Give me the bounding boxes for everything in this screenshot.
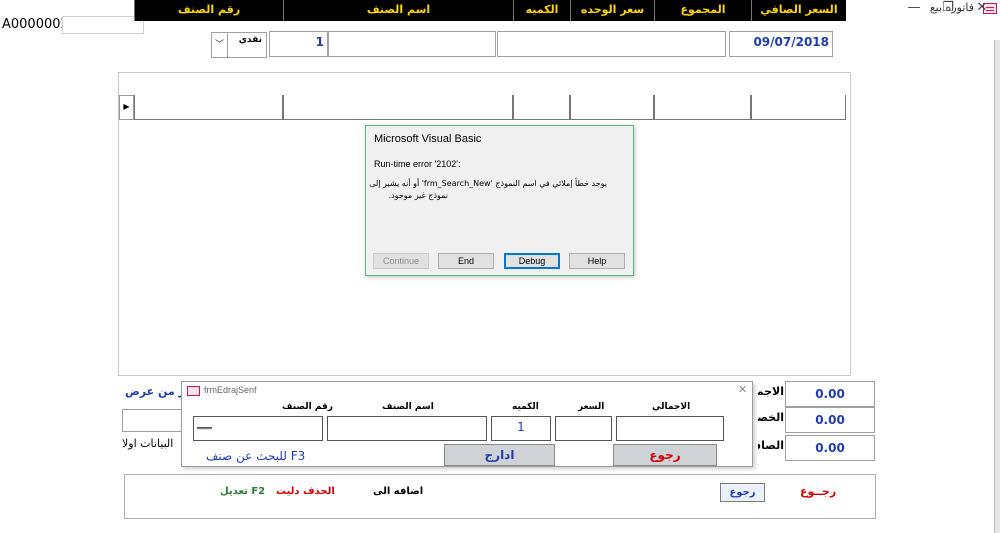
col-item-number: رقم الصنف — [134, 0, 283, 21]
end-button[interactable]: End — [438, 253, 494, 269]
net-label: الصافي — [758, 439, 784, 452]
record-selector-icon[interactable]: ▶ — [119, 95, 134, 120]
invoice-date: 09/07/2018 — [753, 35, 829, 49]
cell-item-number[interactable] — [134, 95, 283, 120]
delete-label[interactable]: الحذف دليت — [276, 486, 335, 497]
continue-button[interactable]: Continue — [373, 253, 429, 269]
cell-unit-price[interactable] — [570, 95, 654, 120]
quantity-input[interactable]: 1 — [491, 416, 551, 441]
close-icon[interactable]: ✕ — [965, 0, 999, 16]
add-label[interactable]: اضافه الى — [373, 486, 423, 497]
invoice-number: 1 — [315, 35, 324, 49]
customer-field[interactable] — [328, 31, 496, 57]
gross-label: الاجمالي — [758, 385, 784, 398]
label-quantity: الكميه — [512, 402, 539, 412]
display-field[interactable] — [122, 409, 186, 432]
gross-total: 0.00 — [785, 381, 875, 407]
net-total: 0.00 — [785, 435, 875, 461]
item-name-input[interactable] — [327, 416, 487, 441]
back-red-label[interactable]: رجــوع — [800, 485, 836, 498]
date-field[interactable]: 09/07/2018 — [729, 31, 833, 57]
col-sum: المجموع — [654, 0, 751, 21]
label-price: السعر — [578, 402, 605, 412]
label-item-name: اسم الصنف — [382, 402, 434, 412]
debug-button[interactable]: Debug — [504, 253, 560, 269]
cell-net-price[interactable] — [751, 95, 846, 120]
subform-icon — [187, 386, 200, 396]
data-first-label: البيانات اولا — [122, 437, 174, 450]
total-input[interactable] — [616, 416, 724, 441]
dialog-message-line2: نموذج غير موجود. — [388, 191, 448, 200]
window-border — [994, 40, 1000, 533]
col-net-price: السعر الصافي — [751, 0, 846, 21]
dialog-error-code: Run-time error '2102': — [374, 159, 461, 169]
item-number-input[interactable]: ‗‗‗ — [193, 416, 323, 441]
restore-icon[interactable]: ❐ — [931, 0, 965, 16]
dialog-body: Run-time error '2102': يوجد خطأ إملائي ف… — [366, 152, 633, 250]
edraj-subform: frmEdrajSenf ✕ رقم الصنف اسم الصنف الكمي… — [181, 381, 753, 467]
col-quantity: الكميه — [513, 0, 570, 21]
label-item-number: رقم الصنف — [282, 402, 333, 412]
footer-back-button[interactable]: رجوع — [720, 483, 765, 502]
edit-label[interactable]: تعديل F2 — [220, 486, 265, 497]
insert-button[interactable]: ادارج — [444, 444, 555, 466]
search-hint: للبحث عن صنف F3 — [206, 449, 306, 463]
dialog-title: Microsoft Visual Basic — [374, 133, 482, 145]
notes-field[interactable] — [497, 31, 726, 57]
chevron-down-icon[interactable]: ﹀ — [212, 33, 228, 57]
minimize-icon[interactable]: — — [897, 0, 931, 16]
subform-title: frmEdrajSenf — [204, 385, 257, 395]
cell-quantity[interactable] — [513, 95, 570, 120]
help-button[interactable]: Help — [569, 253, 625, 269]
invoice-number-field[interactable]: 1 — [269, 31, 328, 57]
discount-total: 0.00 — [785, 407, 875, 433]
record-id: A0000002 — [2, 17, 69, 32]
subform-close-icon[interactable]: ✕ — [738, 383, 747, 396]
error-dialog: Microsoft Visual Basic Run-time error '2… — [365, 125, 634, 276]
payment-type-value: نقدي — [238, 35, 262, 45]
dialog-message-line1: يوجد خطأ إملائي في اسم النموذج 'frm_Sear… — [369, 179, 607, 188]
col-unit-price: سعر الوحده — [570, 0, 654, 21]
label-total: الاجمالي — [652, 402, 691, 412]
subform-back-button[interactable]: رجوع — [613, 444, 717, 466]
discount-label: الخصم — [758, 411, 784, 424]
cell-item-name[interactable] — [283, 95, 513, 120]
cell-sum[interactable] — [654, 95, 751, 120]
item-number-cursor: ‗‗‗ — [197, 419, 212, 430]
quantity-value: 1 — [517, 420, 525, 434]
payment-type-combo[interactable]: ﹀ نقدي — [211, 32, 267, 58]
price-input[interactable] — [555, 416, 612, 441]
record-id-box — [62, 16, 144, 34]
col-item-name: اسم الصنف — [283, 0, 513, 21]
